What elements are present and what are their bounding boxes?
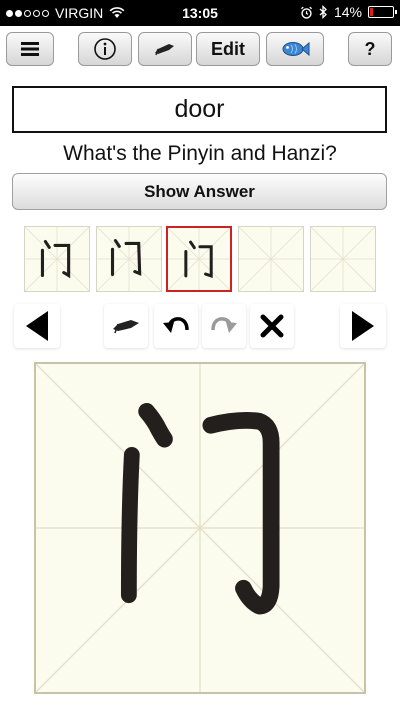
battery-icon [368,6,397,18]
help-button[interactable]: ? [348,32,392,66]
show-answer-label: Show Answer [144,181,255,201]
clear-button[interactable] [250,304,294,348]
prompt-word: door [174,95,225,123]
redo-icon [211,317,237,333]
status-right: 14% [300,4,397,20]
hamburger-menu-icon [21,42,39,56]
close-icon [260,314,284,338]
stroke-thumbnail [168,228,230,290]
empty-thumbnail [239,227,303,291]
word-box: door [12,86,387,133]
pen-icon [113,320,139,334]
fish-button[interactable] [266,32,324,66]
thumbnail-3-selected[interactable] [166,226,232,292]
undo-icon [163,317,189,333]
battery-percent: 14% [333,4,362,20]
redo-button[interactable] [202,304,246,348]
drawing-canvas[interactable] [34,362,366,694]
stroke-thumbnail [97,227,161,291]
thumbnail-2[interactable] [96,226,162,292]
edit-button[interactable]: Edit [196,32,260,66]
info-icon [94,38,116,60]
pen-icon [155,44,174,56]
next-button[interactable] [340,304,386,348]
help-label: ? [364,38,376,59]
fish-icon [282,41,310,57]
right-arrow-icon [352,311,374,341]
pen-button[interactable] [138,32,192,66]
status-bar: VIRGIN 13:05 14% [0,0,400,26]
empty-thumbnail [311,227,375,291]
thumbnail-5[interactable] [310,226,376,292]
left-arrow-icon [26,311,48,341]
undo-button[interactable] [154,304,198,348]
battery-level [370,8,373,16]
edit-label: Edit [211,38,245,59]
alarm-icon [300,6,313,19]
question-text: What's the Pinyin and Hanzi? [63,142,337,165]
bluetooth-icon [319,5,327,19]
info-button[interactable] [78,32,132,66]
menu-button[interactable] [6,32,54,66]
show-answer-button[interactable]: Show Answer [12,173,387,210]
prev-button[interactable] [14,304,60,348]
handwritten-character [36,364,364,692]
stroke-thumbnail [25,227,89,291]
thumbnail-4[interactable] [238,226,304,292]
toolbar: Edit ? [0,30,400,68]
thumbnail-1[interactable] [24,226,90,292]
pen-tool-button[interactable] [104,304,148,348]
